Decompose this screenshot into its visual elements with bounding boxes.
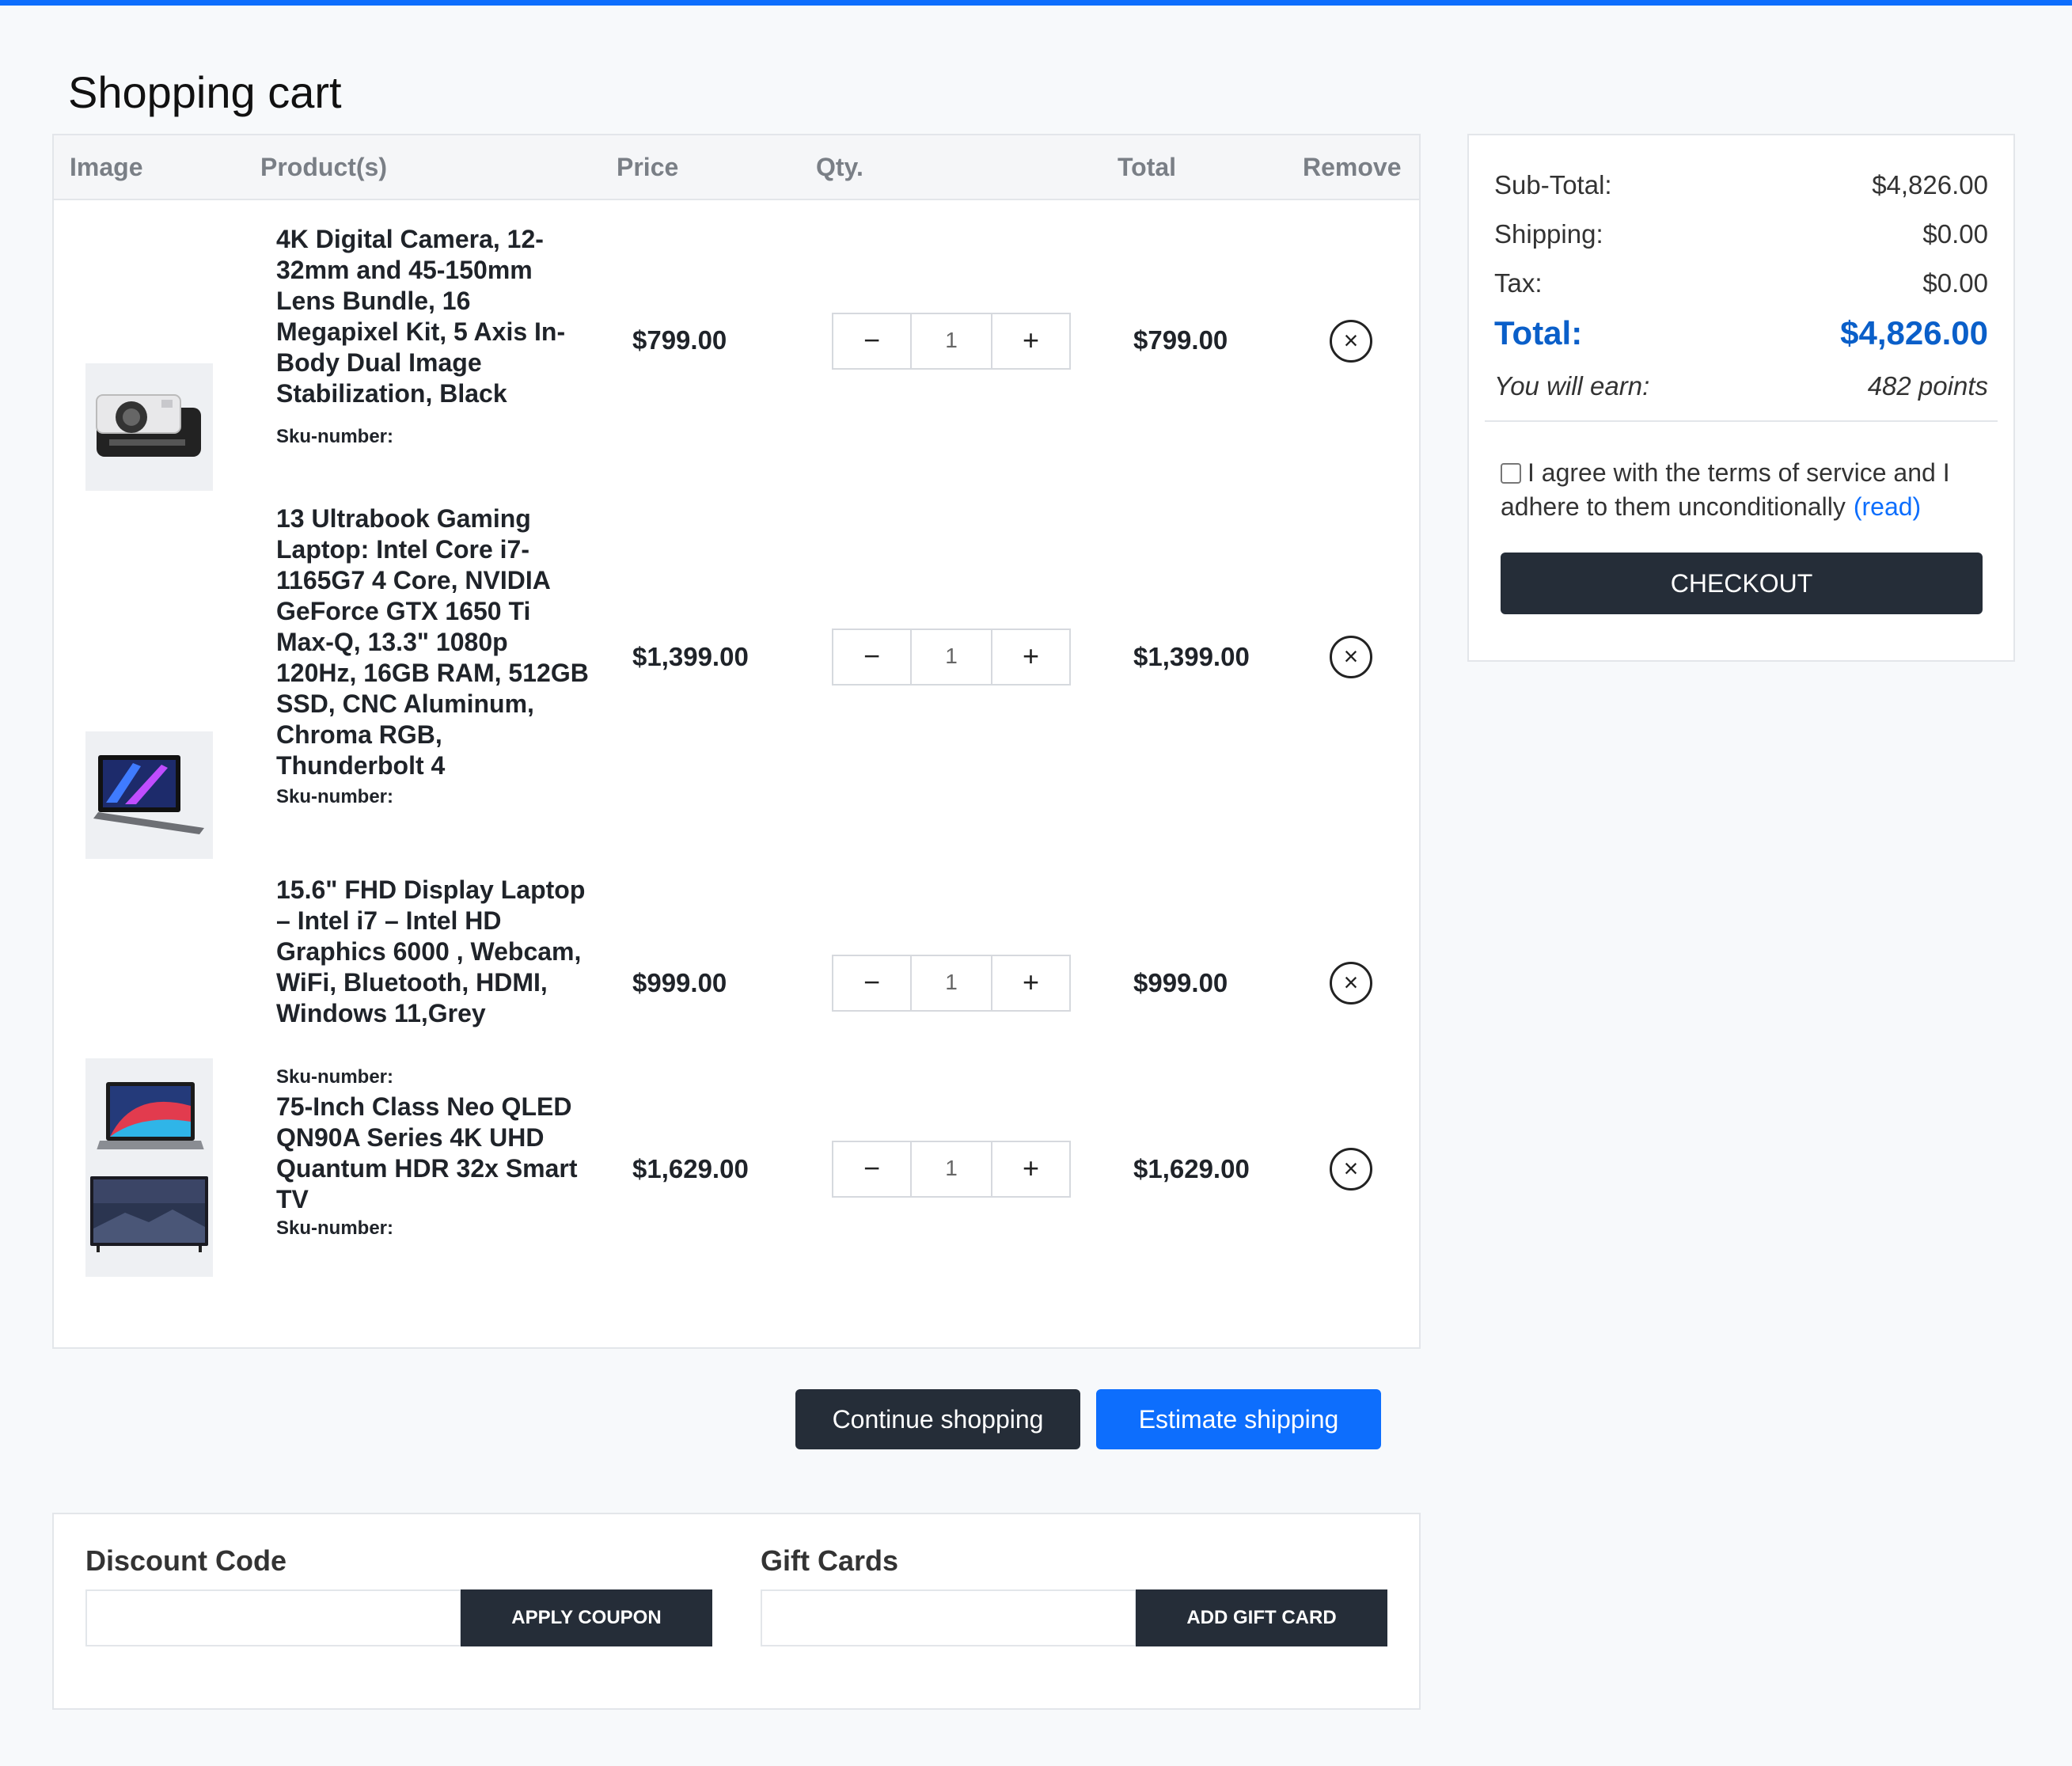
table-row: 75-Inch Class Neo QLED QN90A Series 4K U… [54, 1092, 1419, 1336]
product-image[interactable] [85, 1149, 213, 1277]
decrease-qty-button[interactable]: − [832, 1141, 912, 1198]
table-row: 4K Digital Camera, 12-32mm and 45-150mm … [54, 224, 1419, 541]
laptop-icon [93, 755, 204, 834]
grand-total-value: $4,826.00 [1840, 314, 1988, 351]
page-title: Shopping cart [68, 67, 342, 117]
grand-total-row: Total: $4,826.00 [1494, 314, 1988, 357]
tax-label: Tax: [1494, 268, 1543, 298]
header-total: Total [1118, 153, 1177, 181]
increase-qty-button[interactable]: + [991, 1141, 1071, 1198]
remove-item-button[interactable]: × [1330, 962, 1372, 1005]
shipping-value: $0.00 [1922, 219, 1988, 249]
product-name[interactable]: 75-Inch Class Neo QLED QN90A Series 4K U… [276, 1092, 593, 1215]
cart-table: Image Product(s) Price Qty. Total Remove… [52, 134, 1421, 1349]
sku-label: Sku-number: [276, 786, 394, 807]
terms-checkbox[interactable] [1501, 463, 1521, 484]
discount-code-title: Discount Code [85, 1544, 287, 1577]
header-remove: Remove [1303, 153, 1402, 181]
quantity-stepper: − 1 + [832, 1141, 1071, 1198]
table-row: 15.6" FHD Display Laptop – Intel i7 – In… [54, 875, 1419, 1186]
terms-read-link[interactable]: (read) [1854, 492, 1921, 521]
shipping-row: Shipping: $0.00 [1494, 219, 1988, 254]
unit-price: $799.00 [632, 325, 727, 355]
terms-agreement: I agree with the terms of service and I … [1501, 456, 1991, 524]
remove-item-button[interactable]: × [1330, 1148, 1372, 1191]
header-products: Product(s) [260, 153, 387, 181]
quantity-input[interactable]: 1 [910, 1141, 992, 1198]
points-row: You will earn: 482 points [1494, 371, 1988, 406]
subtotal-value: $4,826.00 [1872, 170, 1988, 199]
coupon-panel: Discount Code APPLY COUPON Gift Cards AD… [52, 1513, 1421, 1710]
apply-coupon-button[interactable]: APPLY COUPON [461, 1589, 712, 1646]
shipping-label: Shipping: [1494, 219, 1603, 249]
product-name[interactable]: 4K Digital Camera, 12-32mm and 45-150mm … [276, 224, 593, 409]
product-name[interactable]: 13 Ultrabook Gaming Laptop: Intel Core i… [276, 503, 593, 781]
decrease-qty-button[interactable]: − [832, 955, 912, 1012]
decrease-qty-button[interactable]: − [832, 313, 912, 370]
unit-price: $1,629.00 [632, 1154, 749, 1183]
sku-label: Sku-number: [276, 1217, 394, 1239]
sku-label: Sku-number: [276, 426, 394, 447]
remove-item-button[interactable]: × [1330, 636, 1372, 678]
header-image: Image [70, 153, 143, 181]
discount-code-input[interactable] [85, 1589, 461, 1646]
line-total: $999.00 [1133, 968, 1228, 997]
estimate-shipping-button[interactable]: Estimate shipping [1096, 1389, 1381, 1449]
sku-label: Sku-number: [276, 1066, 394, 1088]
tax-value: $0.00 [1922, 268, 1988, 298]
quantity-input[interactable]: 1 [910, 313, 992, 370]
increase-qty-button[interactable]: + [991, 955, 1071, 1012]
subtotal-row: Sub-Total: $4,826.00 [1494, 170, 1988, 205]
gift-cards-title: Gift Cards [761, 1544, 899, 1577]
decrease-qty-button[interactable]: − [832, 629, 912, 686]
quantity-stepper: − 1 + [832, 955, 1071, 1012]
quantity-input[interactable]: 1 [910, 955, 992, 1012]
table-header: Image Product(s) Price Qty. Total Remove [54, 135, 1419, 200]
quantity-stepper: − 1 + [832, 629, 1071, 686]
product-name[interactable]: 15.6" FHD Display Laptop – Intel i7 – In… [276, 875, 593, 1029]
camera-icon [96, 394, 201, 457]
product-image[interactable] [85, 363, 213, 491]
gift-card-input[interactable] [761, 1589, 1137, 1646]
add-gift-card-button[interactable]: ADD GIFT CARD [1136, 1589, 1387, 1646]
checkout-button[interactable]: CHECKOUT [1501, 553, 1983, 614]
header-qty: Qty. [816, 153, 863, 181]
quantity-stepper: − 1 + [832, 313, 1071, 370]
line-total: $1,629.00 [1133, 1154, 1250, 1183]
product-image[interactable] [85, 731, 213, 859]
tax-row: Tax: $0.00 [1494, 268, 1988, 303]
earn-value: 482 points [1867, 371, 1988, 401]
order-summary: Sub-Total: $4,826.00 Shipping: $0.00 Tax… [1467, 134, 2015, 662]
increase-qty-button[interactable]: + [991, 629, 1071, 686]
line-total: $1,399.00 [1133, 642, 1250, 671]
line-total: $799.00 [1133, 325, 1228, 355]
grand-total-label: Total: [1494, 314, 1583, 351]
quantity-input[interactable]: 1 [910, 629, 992, 686]
earn-label: You will earn: [1494, 371, 1650, 401]
header-price: Price [617, 153, 679, 181]
summary-divider [1485, 420, 1998, 422]
tv-icon [90, 1176, 208, 1252]
subtotal-label: Sub-Total: [1494, 170, 1612, 199]
remove-item-button[interactable]: × [1330, 320, 1372, 363]
unit-price: $1,399.00 [632, 642, 749, 671]
table-row: 13 Ultrabook Gaming Laptop: Intel Core i… [54, 503, 1419, 875]
continue-shopping-button[interactable]: Continue shopping [795, 1389, 1080, 1449]
unit-price: $999.00 [632, 968, 727, 997]
increase-qty-button[interactable]: + [991, 313, 1071, 370]
top-accent-bar [0, 0, 2072, 6]
